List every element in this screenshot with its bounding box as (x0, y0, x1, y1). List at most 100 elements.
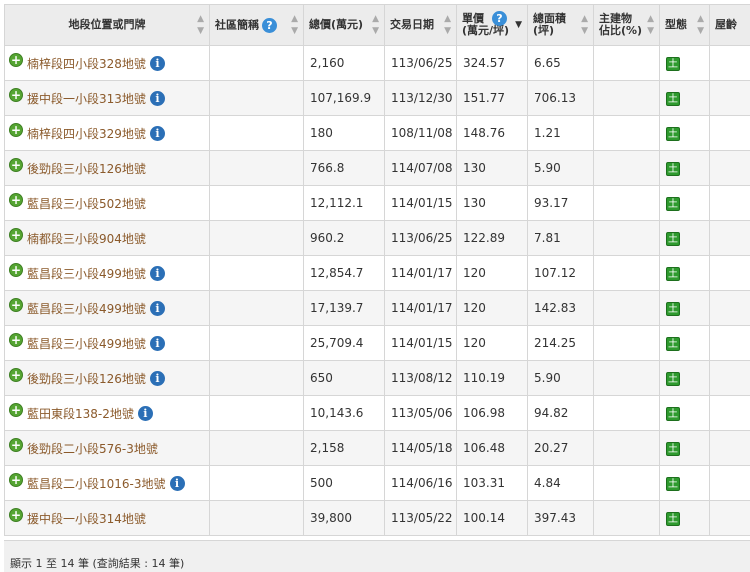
community-cell (209, 150, 304, 186)
location-link[interactable]: 藍昌段三小段502地號 (27, 195, 146, 212)
location-cell: + 援中段一小段314地號 (4, 500, 210, 536)
table-row[interactable]: + 楠梓段四小段329地號 i 180 108/11/08 148.76 1.21 土 (4, 115, 750, 151)
type-cell: 土 (659, 45, 710, 81)
location-link[interactable]: 後勁段三小段126地號 (27, 370, 146, 387)
info-icon[interactable]: i (149, 55, 165, 71)
location-link[interactable]: 楠梓段四小段328地號 (27, 55, 146, 72)
sort-arrows-icon[interactable]: ▲ ▼ (697, 13, 704, 37)
age-cell (709, 500, 750, 536)
plus-circle-icon[interactable]: + (9, 123, 23, 137)
location-link[interactable]: 藍昌段三小段499地號 (27, 300, 146, 317)
info-icon[interactable]: i (169, 475, 185, 491)
unit-price-cell: 120 (456, 325, 528, 361)
header-total-area[interactable]: 總面積 (坪) ▲ ▼ (527, 4, 594, 46)
total-price-cell: 12,854.7 (303, 255, 385, 291)
sort-arrows-icon[interactable]: ▲ ▼ (372, 13, 379, 37)
age-cell (709, 360, 750, 396)
location-link[interactable]: 楠都段三小段904地號 (27, 230, 146, 247)
plus-circle-icon[interactable]: + (9, 403, 23, 417)
location-link[interactable]: 援中段一小段313地號 (27, 90, 146, 107)
table-row[interactable]: + 楠都段三小段904地號 960.2 113/06/25 122.89 7.81 土 (4, 220, 750, 256)
main-ratio-cell (593, 395, 660, 431)
unit-price-cell: 130 (456, 185, 528, 221)
trade-date-cell: 113/06/25 (384, 220, 457, 256)
table-row[interactable]: + 後勁段二小段576-3地號 2,158 114/05/18 106.48 20.27 土 (4, 430, 750, 466)
header-unit-price[interactable]: 單價 (萬元/坪) ? ▼ (456, 4, 528, 46)
table-row[interactable]: + 後勁段三小段126地號 i 650 113/08/12 110.19 5.90 土 (4, 360, 750, 396)
plus-circle-icon[interactable]: + (9, 228, 23, 242)
header-total-price[interactable]: 總價(萬元) ▲ ▼ (303, 4, 385, 46)
header-community[interactable]: 社區簡稱? ▲ ▼ (209, 4, 304, 46)
info-icon[interactable]: i (149, 90, 165, 106)
header-type[interactable]: 型態 ▲ ▼ (659, 4, 710, 46)
plus-circle-icon[interactable]: + (9, 508, 23, 522)
table-row[interactable]: + 藍昌段三小段499地號 i 25,709.4 114/01/15 120 214.25 土 (4, 325, 750, 361)
question-icon[interactable]: ? (262, 17, 277, 33)
info-icon[interactable]: i (137, 405, 153, 421)
unit-price-cell: 120 (456, 255, 528, 291)
info-icon[interactable]: i (149, 370, 165, 386)
header-trade-date[interactable]: 交易日期 ▲ ▼ (384, 4, 457, 46)
total-price-cell: 2,160 (303, 45, 385, 81)
header-type-label: 型態 (665, 18, 687, 31)
plus-circle-icon[interactable]: + (9, 473, 23, 487)
total-area-cell: 397.43 (527, 500, 594, 536)
plus-circle-icon[interactable]: + (9, 193, 23, 207)
plus-circle-icon[interactable]: + (9, 53, 23, 67)
info-icon[interactable]: i (149, 265, 165, 281)
sort-arrows-icon[interactable]: ▲ ▼ (444, 13, 451, 37)
total-price-cell: 10,143.6 (303, 395, 385, 431)
table-row[interactable]: + 楠梓段四小段328地號 i 2,160 113/06/25 324.57 6.65 土 (4, 45, 750, 81)
info-icon[interactable]: i (149, 125, 165, 141)
info-icon[interactable]: i (149, 300, 165, 316)
header-location[interactable]: 地段位置或門牌 ▲ ▼ (4, 4, 210, 46)
location-link[interactable]: 後勁段三小段126地號 (27, 160, 146, 177)
location-link[interactable]: 援中段一小段314地號 (27, 510, 146, 527)
header-community-label: 社區簡稱 (215, 18, 259, 31)
sort-arrows-icon[interactable]: ▲ ▼ (647, 13, 654, 37)
trade-date-cell: 114/01/15 (384, 325, 457, 361)
total-price-cell: 650 (303, 360, 385, 396)
location-cell: + 後勁段二小段576-3地號 (4, 430, 210, 466)
plus-circle-icon[interactable]: + (9, 158, 23, 172)
header-age[interactable]: 屋齡 (709, 4, 750, 46)
table-row[interactable]: + 藍田東段138-2地號 i 10,143.6 113/05/06 106.98 94.8… (4, 395, 750, 431)
location-link[interactable]: 楠梓段四小段329地號 (27, 125, 146, 142)
question-icon[interactable]: ? (492, 11, 507, 26)
header-total-price-label: 總價(萬元) (309, 18, 364, 31)
info-icon[interactable]: i (149, 335, 165, 351)
table-row[interactable]: + 藍昌段二小段1016-3地號 i 500 114/06/16 103.31 4.84 土 (4, 465, 750, 501)
total-area-cell: 214.25 (527, 325, 594, 361)
plus-circle-icon[interactable]: + (9, 438, 23, 452)
location-link[interactable]: 藍昌段二小段1016-3地號 (27, 475, 166, 492)
table-row[interactable]: + 後勁段三小段126地號 766.8 114/07/08 130 5.90 土 (4, 150, 750, 186)
total-price-cell: 25,709.4 (303, 325, 385, 361)
table-row[interactable]: + 藍昌段三小段502地號 12,112.1 114/01/15 130 93.17 土 (4, 185, 750, 221)
header-main-ratio[interactable]: 主建物 佔比(%) ▲ ▼ (593, 4, 660, 46)
community-cell (209, 290, 304, 326)
location-link[interactable]: 後勁段二小段576-3地號 (27, 440, 158, 457)
sort-arrows-icon[interactable]: ▲ ▼ (581, 13, 588, 37)
plus-circle-icon[interactable]: + (9, 263, 23, 277)
location-link[interactable]: 藍昌段三小段499地號 (27, 335, 146, 352)
plus-circle-icon[interactable]: + (9, 88, 23, 102)
sort-arrows-icon[interactable]: ▲ ▼ (197, 13, 204, 37)
community-cell (209, 185, 304, 221)
type-cell: 土 (659, 500, 710, 536)
trade-date-cell: 113/08/12 (384, 360, 457, 396)
plus-circle-icon[interactable]: + (9, 298, 23, 312)
table-row[interactable]: + 藍昌段三小段499地號 i 12,854.7 114/01/17 120 107.12 土 (4, 255, 750, 291)
sort-arrows-icon[interactable]: ▲ ▼ (291, 13, 298, 37)
table-row[interactable]: + 援中段一小段314地號 39,800 113/05/22 100.14 397.43 土 (4, 500, 750, 536)
plus-circle-icon[interactable]: + (9, 333, 23, 347)
table-row[interactable]: + 援中段一小段313地號 i 107,169.9 113/12/30 151.77 706… (4, 80, 750, 116)
total-price-cell: 766.8 (303, 150, 385, 186)
location-link[interactable]: 藍昌段三小段499地號 (27, 265, 146, 282)
age-cell (709, 430, 750, 466)
plus-circle-icon[interactable]: + (9, 368, 23, 382)
location-link[interactable]: 藍田東段138-2地號 (27, 405, 134, 422)
main-ratio-cell (593, 220, 660, 256)
trade-date-cell: 114/07/08 (384, 150, 457, 186)
sort-desc-icon[interactable]: ▼ (515, 19, 522, 31)
table-row[interactable]: + 藍昌段三小段499地號 i 17,139.7 114/01/17 120 142.83 土 (4, 290, 750, 326)
